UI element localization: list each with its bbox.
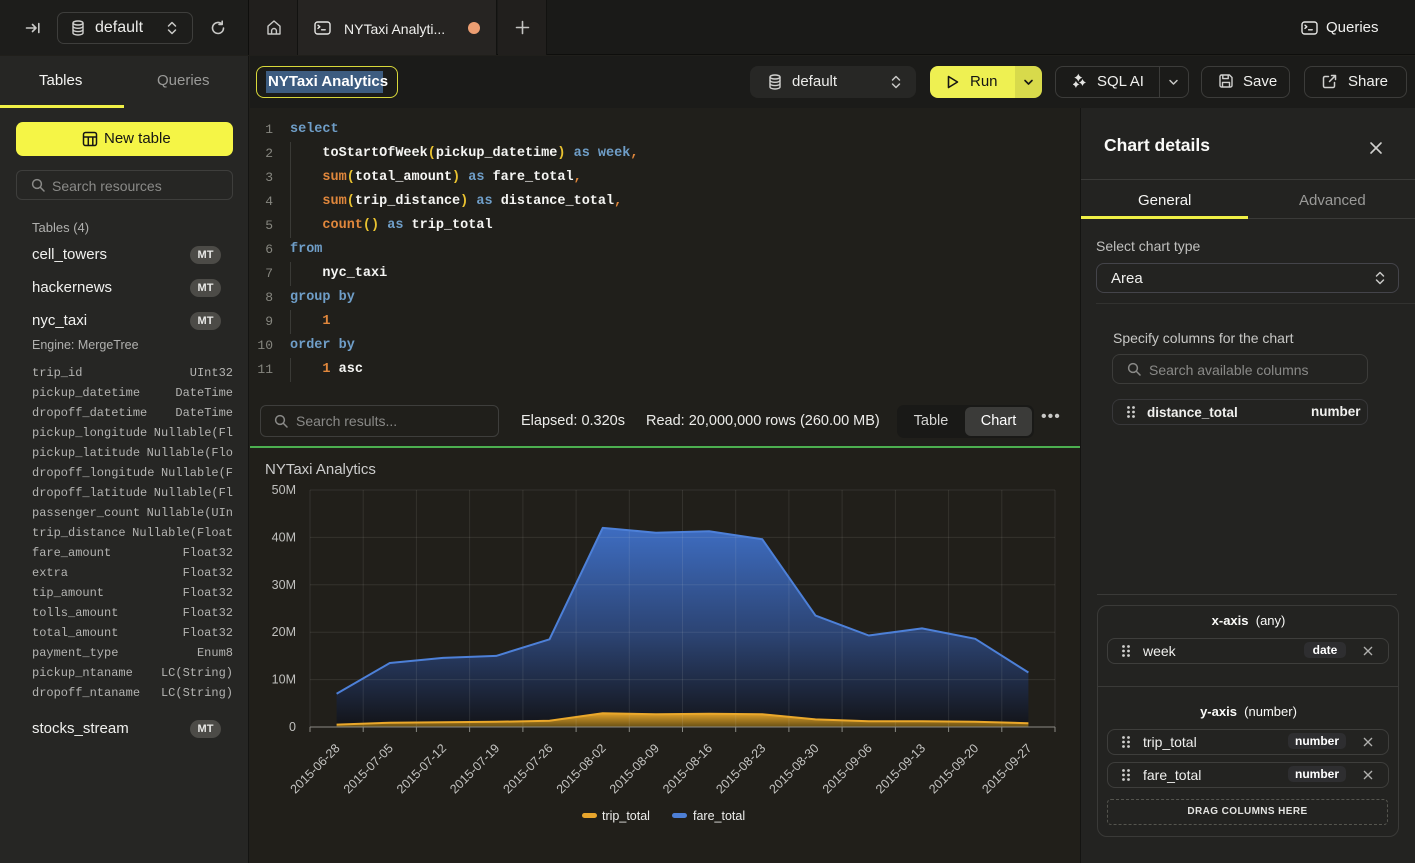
svg-text:2015-09-13: 2015-09-13 xyxy=(873,741,928,796)
svg-text:2015-08-09: 2015-08-09 xyxy=(607,741,662,796)
svg-text:2015-08-30: 2015-08-30 xyxy=(767,741,822,796)
svg-text:0: 0 xyxy=(289,720,296,734)
svg-text:50M: 50M xyxy=(272,483,296,497)
svg-text:2015-07-12: 2015-07-12 xyxy=(394,741,449,796)
svg-text:2015-08-16: 2015-08-16 xyxy=(660,741,715,796)
svg-text:40M: 40M xyxy=(272,530,296,544)
svg-text:NYTaxi Analytics: NYTaxi Analytics xyxy=(265,461,376,478)
svg-text:2015-08-23: 2015-08-23 xyxy=(713,741,768,796)
svg-text:10M: 10M xyxy=(272,673,296,687)
svg-text:2015-09-06: 2015-09-06 xyxy=(820,741,875,796)
svg-text:2015-09-20: 2015-09-20 xyxy=(926,741,981,796)
svg-text:2015-07-19: 2015-07-19 xyxy=(447,741,502,796)
svg-text:trip_total: trip_total xyxy=(602,809,650,823)
svg-text:fare_total: fare_total xyxy=(693,809,745,823)
svg-text:2015-07-26: 2015-07-26 xyxy=(501,741,556,796)
svg-text:2015-06-28: 2015-06-28 xyxy=(288,741,343,796)
svg-text:2015-09-27: 2015-09-27 xyxy=(979,741,1034,796)
svg-text:2015-07-05: 2015-07-05 xyxy=(341,741,396,796)
svg-text:30M: 30M xyxy=(272,578,296,592)
svg-text:20M: 20M xyxy=(272,625,296,639)
svg-text:2015-08-02: 2015-08-02 xyxy=(554,741,609,796)
